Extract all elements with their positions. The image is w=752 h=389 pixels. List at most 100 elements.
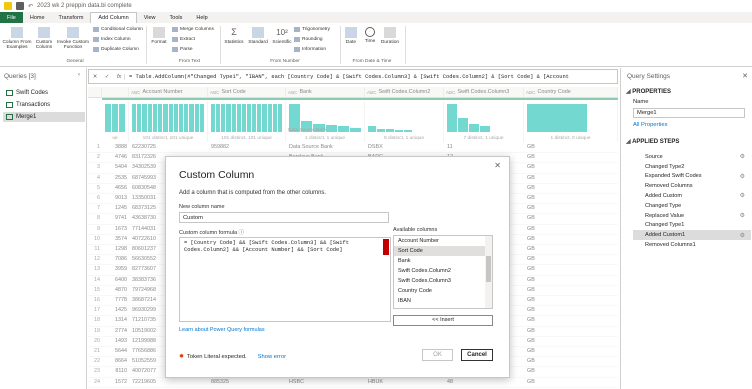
calendar-icon [345,27,357,38]
extract-icon [172,37,178,42]
queries-header: Queries [3] [4,73,36,80]
available-columns-label: Available columns [393,227,438,233]
close-icon[interactable]: ✕ [494,161,501,170]
query-name-input[interactable]: Merge1 [633,108,745,118]
query-item[interactable]: Swift Codes [3,88,85,98]
parse-button[interactable]: Parse [172,47,193,52]
list-item[interactable]: Swift Codes.Column2 [394,266,492,276]
time-button[interactable]: Time [361,27,379,44]
info-icon[interactable]: ⓘ [239,230,245,236]
conditional-icon [93,27,99,32]
tab-view[interactable]: View [137,12,163,23]
editor-scrollbar[interactable] [383,239,389,255]
formula-text[interactable]: = Table.AddColumn(#"Changed Type1", "IBA… [125,74,569,80]
applied-step[interactable]: Changed Type [633,201,751,211]
duplicate-column-button[interactable]: Duplicate Column [93,47,139,52]
commit-formula-icon[interactable]: ✓ [101,74,113,80]
tab-tools[interactable]: Tools [163,12,190,23]
custom-formula-editor[interactable]: = [Country Code] && [Swift Codes.Column3… [179,237,391,322]
table-icon [11,27,23,38]
available-columns-list[interactable]: Account Number Sort Code Bank Swift Code… [393,235,493,309]
applied-step[interactable]: Source ⚙ [633,152,751,162]
query-item-selected[interactable]: Merge1 [3,112,85,122]
applied-step[interactable]: Changed Type2 [633,162,751,172]
applied-step-label: Replaced Value [645,212,685,219]
chevron-down-icon[interactable]: ◢ [626,89,631,95]
formula-label: Custom column formula ⓘ [179,230,245,236]
close-icon[interactable]: ✕ [742,72,748,80]
ribbon-separator [220,26,221,64]
statistics-button[interactable]: Σ Statistics [222,27,246,45]
new-column-name-label: New column name [179,204,225,210]
chevron-down-icon[interactable]: ◢ [626,139,631,145]
exponent-icon: 10² [276,28,288,37]
list-item[interactable]: Account Number [394,236,492,246]
insert-button[interactable]: << Insert [393,315,493,326]
all-properties-link[interactable]: All Properties [633,122,667,128]
format-button[interactable]: Format [149,27,169,45]
extract-button[interactable]: Extract [172,37,195,42]
queries-panel: Queries [3] ‹ Swift Codes Transactions M… [0,68,87,389]
show-error-link[interactable]: Show error [258,354,286,360]
applied-step[interactable]: Added Custom ⚙ [633,191,751,201]
learn-formulas-link[interactable]: Learn about Power Query formulas [179,327,265,333]
list-item[interactable]: IBAN [394,296,492,306]
dialog-description: Add a column that is computed from the o… [179,190,327,196]
date-button[interactable]: Date [342,27,360,45]
gear-icon[interactable]: ⚙ [740,173,745,180]
standard-button[interactable]: Standard [246,27,270,45]
name-label: Name [633,99,649,105]
query-item[interactable]: Transactions [3,100,85,110]
undo-icon[interactable]: ↶ [28,3,33,10]
ribbon-separator [405,26,406,64]
fx-icon[interactable]: fx [113,73,125,80]
new-column-name-input[interactable]: Custom [179,212,389,223]
tab-home[interactable]: Home [23,12,52,23]
custom-column-button[interactable]: Custom Column [33,27,55,50]
rounding-button[interactable]: Rounding [294,37,323,42]
gear-icon[interactable]: ⚙ [740,232,745,239]
index-column-button[interactable]: Index Column [93,37,131,42]
merge-icon [172,27,178,32]
collapse-icon[interactable]: ‹ [78,72,80,78]
information-button[interactable]: Information [294,47,326,52]
conditional-column-button[interactable]: Conditional Column [93,27,143,32]
list-item[interactable]: Country Code [394,286,492,296]
column-from-examples-button[interactable]: Column From Examples [2,27,32,50]
applied-step[interactable]: Expanded Swift Codes ⚙ [633,172,751,182]
list-item[interactable]: Bank [394,256,492,266]
tab-add-column[interactable]: Add Column [90,12,137,23]
list-item[interactable]: Swift Codes.Column3 [394,276,492,286]
cancel-button[interactable]: Cancel [461,349,493,361]
tab-transform[interactable]: Transform [52,12,91,23]
list-item[interactable]: Sort Code [394,246,492,256]
list-scrollbar[interactable] [485,236,492,308]
applied-step[interactable]: Removed Columns1 [633,240,751,250]
tab-help[interactable]: Help [189,12,214,23]
gear-icon[interactable]: ⚙ [740,212,745,219]
applied-step[interactable]: Changed Type1 [633,221,751,231]
duration-icon [384,27,396,38]
scroll-thumb[interactable] [486,256,491,282]
format-icon [153,27,165,38]
custom-column-dialog: Custom Column ✕ Add a column that is com… [165,156,510,378]
window-title: 2023 wk 2 preppin data.bi complete [37,3,132,9]
gear-icon[interactable]: ⚙ [740,153,745,160]
tab-file[interactable]: File [0,12,23,23]
scientific-button[interactable]: 10² Scientific [270,27,294,45]
clock-icon [365,27,375,37]
ok-button[interactable]: OK [422,349,453,361]
trigonometry-button[interactable]: Trigonometry [294,27,330,32]
custom-column-icon [38,27,50,38]
save-icon[interactable] [16,2,24,10]
applied-step[interactable]: Replaced Value ⚙ [633,211,751,221]
gear-icon[interactable]: ⚙ [740,192,745,199]
applied-step[interactable]: Added Custom1 ⚙ [633,230,751,240]
trig-icon [294,27,300,32]
merge-columns-button[interactable]: Merge Columns [172,27,214,32]
applied-step-label: Source [645,153,663,160]
invoke-custom-function-button[interactable]: Invoke Custom Function [55,27,91,50]
duration-button[interactable]: Duration [379,27,401,45]
applied-step[interactable]: Removed Columns [633,181,751,191]
cancel-formula-icon[interactable]: ✕ [89,74,101,80]
